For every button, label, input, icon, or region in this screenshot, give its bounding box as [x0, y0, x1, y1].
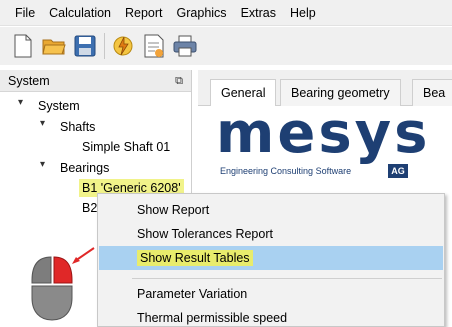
- report-icon[interactable]: [141, 33, 167, 59]
- tree-item-shaft[interactable]: Simple Shaft 01: [82, 139, 170, 155]
- save-icon[interactable]: [72, 33, 98, 59]
- mouse-right-click-icon: [31, 247, 95, 321]
- menu-show-result-tables[interactable]: Show Result Tables: [99, 246, 443, 270]
- open-folder-icon[interactable]: [41, 33, 67, 59]
- new-file-icon[interactable]: [10, 33, 36, 59]
- menu-graphics[interactable]: Graphics: [170, 0, 234, 26]
- context-menu: Show Report Show Tolerances Report Show …: [97, 193, 445, 327]
- system-panel-header: System ⧉: [0, 70, 191, 92]
- menu-show-report[interactable]: Show Report: [99, 198, 443, 222]
- chevron-down-icon[interactable]: ▾: [18, 97, 23, 108]
- toolbar-separator: [104, 33, 105, 59]
- tree-item-bearing-b2[interactable]: B2: [82, 200, 97, 216]
- print-icon[interactable]: [172, 33, 198, 59]
- system-panel-title: System: [8, 73, 50, 88]
- menu-parameter-variation[interactable]: Parameter Variation: [99, 282, 443, 306]
- mesys-logo: mesys: [216, 101, 431, 166]
- logo-subtitle: Engineering Consulting Software: [220, 166, 352, 176]
- float-window-icon[interactable]: ⧉: [175, 74, 183, 88]
- menu-extras[interactable]: Extras: [234, 0, 283, 26]
- chevron-down-icon[interactable]: ▾: [40, 118, 45, 129]
- menu-show-result-tables-label: Show Result Tables: [137, 250, 253, 266]
- tree-item-bearings[interactable]: Bearings: [60, 160, 109, 176]
- menu-help[interactable]: Help: [283, 0, 323, 26]
- menu-file[interactable]: File: [8, 0, 42, 26]
- calculate-icon[interactable]: [110, 33, 136, 59]
- menu-show-tolerances-report[interactable]: Show Tolerances Report: [99, 222, 443, 246]
- logo-ag-badge: AG: [388, 164, 408, 178]
- tree-item-shafts[interactable]: Shafts: [60, 119, 95, 135]
- menu-bar: File Calculation Report Graphics Extras …: [0, 0, 452, 26]
- menu-thermal-permissible-speed[interactable]: Thermal permissible speed: [99, 306, 443, 327]
- logo-area: mesys Engineering Consulting Software AG: [198, 102, 452, 186]
- menu-report[interactable]: Report: [118, 0, 170, 26]
- toolbar: [0, 27, 452, 65]
- tree-item-system[interactable]: System: [38, 98, 80, 114]
- menu-separator: [132, 278, 442, 279]
- chevron-down-icon[interactable]: ▾: [40, 159, 45, 170]
- menu-calculation[interactable]: Calculation: [42, 0, 118, 26]
